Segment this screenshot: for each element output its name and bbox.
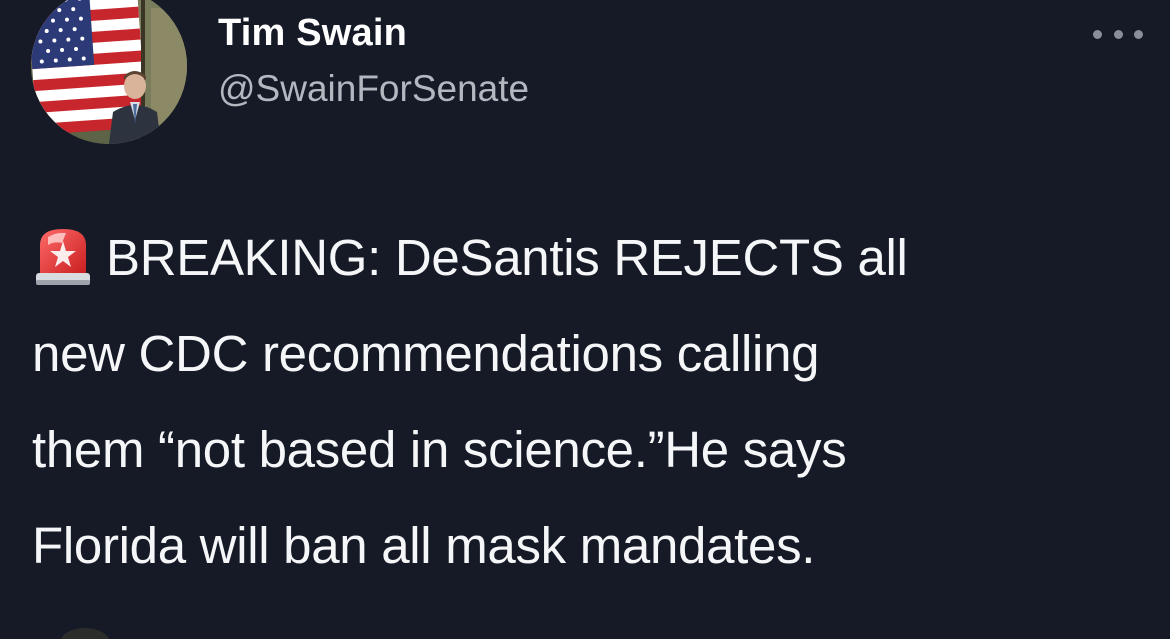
- next-item-avatar: [60, 628, 110, 639]
- ellipsis-icon: [1113, 29, 1123, 39]
- avatar[interactable]: [31, 0, 187, 144]
- more-options-button[interactable]: [1093, 22, 1143, 46]
- author-display-name[interactable]: Tim Swain: [218, 12, 407, 55]
- tweet-text-line: BREAKING: DeSantis REJECTS all: [32, 210, 1142, 306]
- tweet-text-line-2: new CDC recommendations calling: [32, 325, 820, 382]
- tweet-text-line-1: BREAKING: DeSantis REJECTS all: [106, 229, 908, 286]
- ellipsis-icon: [1134, 29, 1143, 39]
- author-handle[interactable]: @SwainForSenate: [218, 68, 529, 110]
- tweet-card: Tim Swain @SwainForSenate BREAKING: DeSa…: [0, 0, 1170, 639]
- tweet-text: BREAKING: DeSantis REJECTS all new CDC r…: [32, 210, 1142, 594]
- tweet-text-line-3: them “not based in science.”He says: [32, 421, 847, 478]
- tweet-text-line-4: Florida will ban all mask mandates.: [32, 517, 816, 574]
- ellipsis-icon: [1093, 29, 1102, 39]
- profile-photo-flag-icon: [31, 0, 187, 144]
- police-car-light-icon: [32, 223, 94, 289]
